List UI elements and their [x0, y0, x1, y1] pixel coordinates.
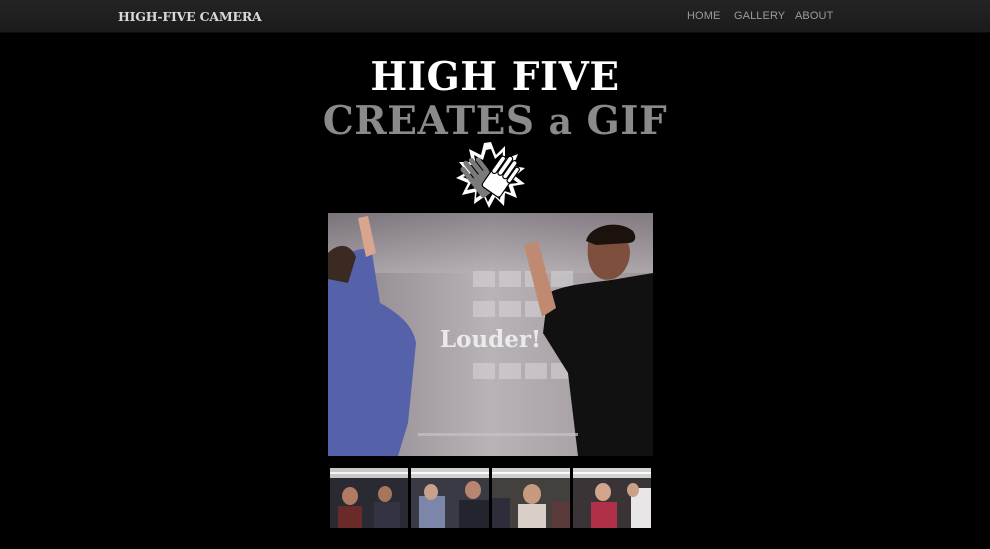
navbar: HIGH-FIVE CAMERA HOME GALLERY ABOUT — [0, 0, 990, 33]
hero-title-gif: GIF — [586, 98, 668, 144]
nav-home-link[interactable]: HOME — [687, 10, 720, 22]
hero-title-line1: HIGH FIVE — [370, 54, 620, 100]
thumbnail-2[interactable] — [411, 468, 489, 528]
high-five-burst-icon — [455, 142, 527, 208]
nav-gallery-link[interactable]: GALLERY — [734, 10, 785, 22]
main-gif-frame: Louder! — [328, 213, 653, 456]
nav-about-link[interactable]: ABOUT — [795, 10, 833, 22]
nav-links: HOME GALLERY ABOUT — [0, 10, 990, 24]
gif-overlay-text: Louder! — [439, 326, 542, 353]
thumbnail-3[interactable] — [492, 468, 570, 528]
thumbnail-1[interactable] — [330, 468, 408, 528]
thumbnail-strip — [330, 468, 652, 528]
thumbnail-4[interactable] — [573, 468, 651, 528]
hero-title-line2: CREATES a GIF — [0, 98, 990, 144]
hero-title-creates: CREATES — [322, 98, 535, 144]
hero-title-a: a — [548, 101, 573, 143]
